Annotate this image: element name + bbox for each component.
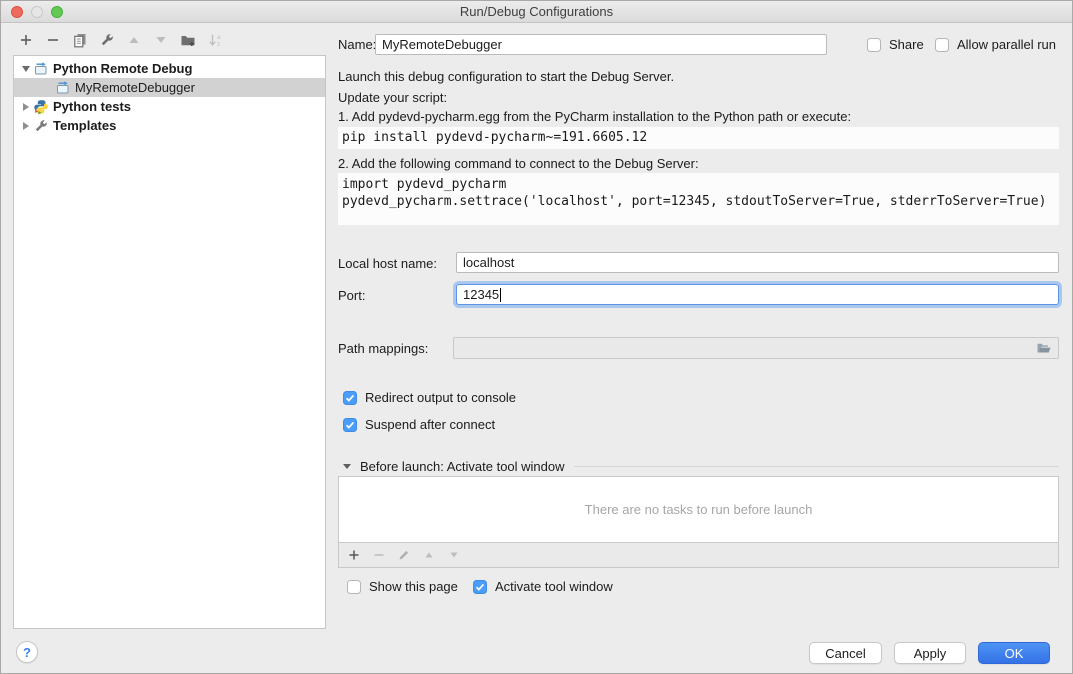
move-up-icon bbox=[423, 549, 435, 561]
port-input[interactable]: 12345 bbox=[456, 284, 1059, 305]
activate-tool-window-checkbox[interactable] bbox=[473, 580, 487, 594]
text-cursor bbox=[500, 288, 501, 302]
name-label: Name: bbox=[338, 37, 376, 53]
port-label: Port: bbox=[338, 288, 365, 304]
before-launch-task-list: There are no tasks to run before launch bbox=[338, 476, 1059, 568]
ok-button[interactable]: OK bbox=[978, 642, 1050, 664]
settrace-code-block: import pydevd_pycharm pydevd_pycharm.set… bbox=[338, 173, 1059, 225]
tree-item-label: MyRemoteDebugger bbox=[75, 80, 195, 95]
configurations-tree: Python Remote Debug MyRemoteDebugger Pyt… bbox=[13, 55, 326, 629]
chevron-right-icon[interactable] bbox=[19, 122, 33, 130]
remote-debug-icon bbox=[33, 61, 49, 77]
name-input[interactable]: MyRemoteDebugger bbox=[375, 34, 827, 55]
tree-item-python-remote-debug[interactable]: Python Remote Debug bbox=[14, 59, 325, 78]
svg-text:z: z bbox=[217, 41, 220, 48]
step-2-text: 2. Add the following command to connect … bbox=[338, 156, 699, 172]
before-launch-header-label: Before launch: Activate tool window bbox=[360, 459, 565, 474]
svg-text:a: a bbox=[217, 34, 221, 41]
step-1-text: 1. Add pydevd-pycharm.egg from the PyCha… bbox=[338, 109, 851, 125]
zoom-window-button[interactable] bbox=[51, 6, 63, 18]
configurations-toolbar: az bbox=[18, 32, 223, 48]
path-mappings-input[interactable] bbox=[453, 337, 1059, 359]
show-this-page-checkbox[interactable] bbox=[347, 580, 361, 594]
window-title: Run/Debug Configurations bbox=[1, 1, 1072, 22]
show-this-page-label: Show this page bbox=[369, 579, 458, 595]
move-down-icon bbox=[153, 32, 169, 48]
open-folder-icon[interactable] bbox=[1036, 340, 1052, 356]
settrace-code-line-1: import pydevd_pycharm bbox=[342, 176, 1059, 193]
allow-parallel-run-checkbox[interactable] bbox=[935, 38, 949, 52]
share-label: Share bbox=[889, 37, 924, 53]
chevron-down-icon[interactable] bbox=[343, 464, 351, 469]
suspend-after-connect-checkbox[interactable] bbox=[343, 418, 357, 432]
suspend-after-connect-label: Suspend after connect bbox=[365, 417, 495, 433]
remove-icon bbox=[373, 549, 385, 561]
local-host-name-value: localhost bbox=[463, 255, 514, 270]
tree-item-myremotedebugger[interactable]: MyRemoteDebugger bbox=[14, 78, 325, 97]
settrace-code-line-2: pydevd_pycharm.settrace('localhost', por… bbox=[342, 193, 1059, 210]
move-down-icon bbox=[448, 549, 460, 561]
edit-pencil-icon bbox=[398, 549, 410, 561]
tree-item-label: Python tests bbox=[53, 99, 131, 114]
close-window-button[interactable] bbox=[11, 6, 23, 18]
section-divider bbox=[574, 466, 1059, 467]
activate-tool-window-label: Activate tool window bbox=[495, 579, 613, 595]
edit-templates-wrench-icon[interactable] bbox=[99, 32, 115, 48]
run-debug-configurations-dialog: Run/Debug Configurations az bbox=[0, 0, 1073, 674]
before-launch-section-header[interactable]: Before launch: Activate tool window bbox=[343, 459, 1059, 474]
empty-task-list-text: There are no tasks to run before launch bbox=[339, 477, 1058, 542]
local-host-name-input[interactable]: localhost bbox=[456, 252, 1059, 273]
tree-item-python-tests[interactable]: Python tests bbox=[14, 97, 325, 116]
description-line-1: Launch this debug configuration to start… bbox=[338, 69, 674, 85]
copy-configuration-icon[interactable] bbox=[72, 32, 88, 48]
wrench-icon bbox=[33, 118, 49, 134]
tree-item-label: Python Remote Debug bbox=[53, 61, 192, 76]
cancel-button[interactable]: Cancel bbox=[809, 642, 882, 664]
python-tests-icon bbox=[33, 99, 49, 115]
allow-parallel-run-label: Allow parallel run bbox=[957, 37, 1056, 53]
redirect-output-checkbox[interactable] bbox=[343, 391, 357, 405]
task-list-toolbar bbox=[339, 542, 1058, 567]
apply-label: Apply bbox=[914, 646, 947, 661]
ok-label: OK bbox=[1005, 646, 1024, 661]
share-checkbox[interactable] bbox=[867, 38, 881, 52]
sort-configurations-icon: az bbox=[207, 32, 223, 48]
titlebar: Run/Debug Configurations bbox=[1, 1, 1072, 23]
add-icon[interactable] bbox=[348, 549, 360, 561]
tree-item-label: Templates bbox=[53, 118, 116, 133]
help-label: ? bbox=[23, 645, 31, 660]
move-up-icon bbox=[126, 32, 142, 48]
remove-icon[interactable] bbox=[45, 32, 61, 48]
chevron-right-icon[interactable] bbox=[19, 103, 33, 111]
apply-button[interactable]: Apply bbox=[894, 642, 966, 664]
pip-install-code: pip install pydevd-pycharm~=191.6605.12 bbox=[338, 127, 1059, 149]
minimize-window-button bbox=[31, 6, 43, 18]
new-folder-icon[interactable] bbox=[180, 32, 196, 48]
remote-debug-icon bbox=[55, 80, 71, 96]
path-mappings-label: Path mappings: bbox=[338, 341, 428, 357]
cancel-label: Cancel bbox=[825, 646, 865, 661]
chevron-down-icon[interactable] bbox=[19, 66, 33, 72]
redirect-output-label: Redirect output to console bbox=[365, 390, 516, 406]
port-value: 12345 bbox=[463, 287, 499, 302]
tree-item-templates[interactable]: Templates bbox=[14, 116, 325, 135]
help-button[interactable]: ? bbox=[16, 641, 38, 663]
name-input-value: MyRemoteDebugger bbox=[382, 37, 502, 52]
description-line-2: Update your script: bbox=[338, 90, 447, 106]
add-icon[interactable] bbox=[18, 32, 34, 48]
local-host-name-label: Local host name: bbox=[338, 256, 437, 272]
